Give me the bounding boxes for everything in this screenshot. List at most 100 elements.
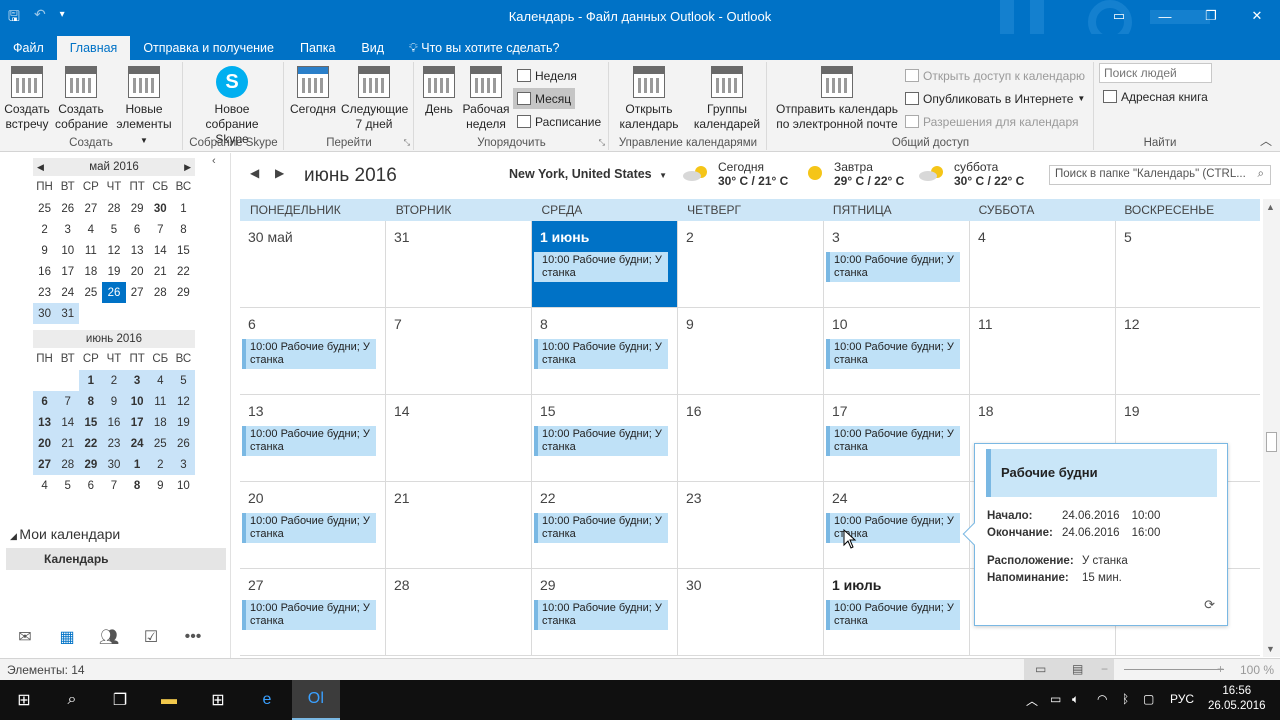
zoom-slider[interactable] [1124, 669, 1224, 670]
minimize-icon[interactable]: — [1142, 0, 1188, 32]
day-cell[interactable]: 16 [678, 395, 824, 482]
mini-day[interactable]: 29 [172, 282, 195, 303]
day-cell-today[interactable]: 1 июнь 10:00 Рабочие будни; У станка [532, 221, 678, 308]
mini-day[interactable]: 15 [79, 412, 103, 433]
mini-day[interactable]: 26 [171, 433, 195, 454]
mini-day[interactable]: 9 [149, 475, 172, 496]
mini-day[interactable]: 22 [79, 433, 103, 454]
event-peek-popup[interactable]: Рабочие будни Начало: 24.06.2016 10:00 О… [962, 443, 1228, 626]
scroll-down-icon[interactable]: ▼ [1266, 644, 1275, 654]
calendar-event[interactable]: 10:00 Рабочие будни; У станка [242, 339, 376, 369]
open-calendar-button[interactable]: Открыть календарь [612, 64, 686, 132]
day-cell[interactable]: 23 [678, 482, 824, 569]
search-people-input[interactable] [1099, 63, 1212, 83]
mini-day[interactable]: 16 [33, 261, 56, 282]
publish-online-button[interactable]: Опубликовать в Интернете ▼ [901, 88, 1089, 109]
mini-day[interactable]: 5 [102, 219, 125, 240]
mini-day[interactable]: 5 [171, 370, 195, 391]
outlook-icon[interactable]: Oǀ [292, 680, 340, 720]
action-center-icon[interactable]: ▢ [1143, 692, 1154, 706]
language-indicator[interactable]: РУС [1170, 692, 1194, 706]
day-cell[interactable]: 12 [1116, 308, 1260, 395]
mini-day[interactable]: 11 [79, 240, 102, 261]
calendar-event[interactable]: 10:00 Рабочие будни; У станка [826, 600, 960, 630]
weather-today[interactable]: Сегодня 30° C / 21° C [682, 160, 788, 188]
day-cell[interactable]: 11 [970, 308, 1116, 395]
tab-view[interactable]: Вид [348, 36, 397, 60]
mini-day[interactable]: 28 [102, 198, 125, 219]
mini-day[interactable]: 22 [172, 261, 195, 282]
calendar-permissions-button[interactable]: Разрешения для календаря [901, 111, 1083, 132]
week-view-button[interactable]: Неделя [513, 65, 581, 86]
next-month-icon[interactable]: ▶ [184, 158, 191, 176]
mini-day[interactable]: 1 [125, 454, 149, 475]
mini-day[interactable]: 25 [33, 198, 56, 219]
day-cell[interactable]: 4 [970, 221, 1116, 308]
collapse-pane-icon[interactable]: ‹ [212, 155, 216, 167]
dialog-launcher-icon[interactable]: ⤡ [404, 138, 410, 148]
mini-day[interactable]: 6 [126, 219, 149, 240]
mini-day[interactable]: 14 [149, 240, 172, 261]
mini-day[interactable]: 18 [79, 261, 102, 282]
mini-day[interactable]: 1 [172, 198, 195, 219]
calendar-icon[interactable]: ▦ [46, 627, 88, 647]
people-icon[interactable]: 👥︎ [88, 627, 130, 647]
mini-day[interactable]: 3 [171, 454, 195, 475]
day-cell[interactable]: 10 10:00 Рабочие будни; У станка [824, 308, 970, 395]
mail-icon[interactable]: ✉ [4, 627, 46, 647]
day-cell[interactable]: 28 [386, 569, 532, 656]
mini-day[interactable]: 16 [102, 412, 126, 433]
calendar-event[interactable]: 10:00 Рабочие будни; У станка [534, 426, 668, 456]
tray-overflow-icon[interactable]: ︿ [1026, 692, 1038, 709]
calendar-event[interactable]: 10:00 Рабочие будни; У станка [534, 339, 668, 369]
mini-day[interactable]: 7 [149, 219, 172, 240]
skype-meeting-button[interactable]: S Новое собрание Skype [184, 64, 280, 147]
bluetooth-icon[interactable]: ᛒ [1122, 692, 1129, 706]
day-cell[interactable]: 20 10:00 Рабочие будни; У станка [240, 482, 386, 569]
mini-day[interactable]: 3 [125, 370, 149, 391]
day-cell[interactable]: 21 [386, 482, 532, 569]
mini-day[interactable]: 31 [56, 303, 80, 324]
calendar-event[interactable]: 10:00 Рабочие будни; У станка [534, 513, 668, 543]
clock[interactable]: 16:56 26.05.2016 [1208, 684, 1266, 714]
day-cell[interactable]: 31 [386, 221, 532, 308]
mini-day[interactable]: 21 [56, 433, 80, 454]
mini-day[interactable]: 1 [79, 370, 103, 391]
address-book-button[interactable]: Адресная книга [1099, 86, 1212, 107]
folder-item-calendar[interactable]: Календарь [6, 548, 226, 570]
normal-view-icon[interactable]: ▭ [1035, 662, 1046, 676]
new-meeting-button[interactable]: Создать собрание [55, 64, 108, 132]
mini-day[interactable]: 11 [148, 391, 172, 412]
prev-month-icon[interactable]: ◀ [37, 158, 44, 176]
store-icon[interactable]: ⊞ [194, 680, 242, 720]
tab-send-receive[interactable]: Отправка и получение [130, 36, 287, 60]
mini-day[interactable]: 27 [79, 198, 102, 219]
volume-icon[interactable]: 🔈︎ [1072, 692, 1079, 707]
mini-day[interactable]: 17 [56, 261, 79, 282]
more-icon[interactable]: ••• [172, 628, 214, 646]
schedule-view-button[interactable]: Расписание [513, 111, 605, 132]
maximize-icon[interactable]: ❐ [1188, 0, 1234, 32]
dialog-launcher-icon[interactable]: ⤡ [599, 138, 605, 148]
mini-day[interactable]: 10 [125, 391, 149, 412]
work-week-button[interactable]: Рабочая неделя [461, 64, 511, 132]
day-cell[interactable]: 17 10:00 Рабочие будни; У станка [824, 395, 970, 482]
mini-day[interactable]: 17 [125, 412, 149, 433]
next-period-icon[interactable]: ▶ [275, 166, 284, 180]
scroll-up-icon[interactable]: ▲ [1266, 202, 1275, 212]
day-cell[interactable]: 27 10:00 Рабочие будни; У станка [240, 569, 386, 656]
calendar-event[interactable]: 10:00 Рабочие будни; У станка [242, 426, 376, 456]
mini-day[interactable]: 9 [102, 391, 126, 412]
mini-day[interactable]: 19 [102, 261, 125, 282]
file-explorer-icon[interactable]: ▬ [145, 680, 193, 720]
calendar-event[interactable]: 10:00 Рабочие будни; У станка [826, 426, 960, 456]
tell-me-box[interactable]: 💡︎ Что вы хотите сделать? [397, 36, 571, 60]
mini-day[interactable]: 29 [126, 198, 149, 219]
mini-day[interactable]: 29 [79, 454, 103, 475]
day-cell[interactable]: 2 [678, 221, 824, 308]
calendar-groups-button[interactable]: Группы календарей [690, 64, 764, 132]
mini-day[interactable]: 24 [125, 433, 149, 454]
mini-day[interactable]: 25 [148, 433, 172, 454]
day-cell[interactable]: 9 [678, 308, 824, 395]
scroll-thumb[interactable] [1266, 432, 1277, 452]
